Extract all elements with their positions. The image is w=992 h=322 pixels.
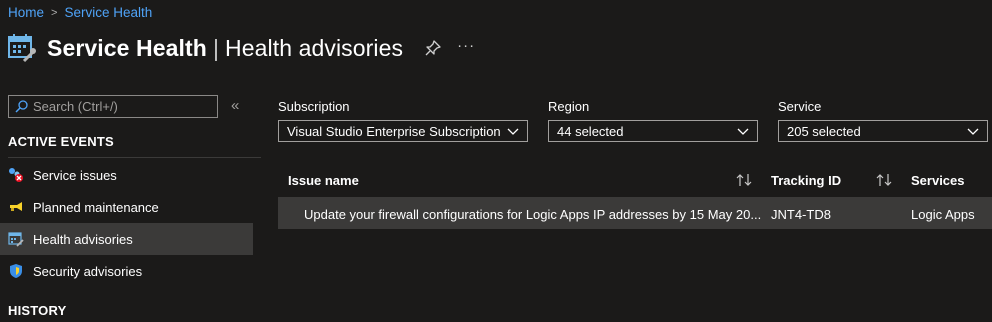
region-label: Region: [548, 99, 590, 114]
sidebar-item-service-issues[interactable]: Service issues: [0, 159, 253, 191]
section-divider: [8, 157, 261, 158]
chevron-down-icon: [967, 128, 979, 135]
service-label: Service: [778, 99, 822, 114]
megaphone-icon: [10, 202, 22, 211]
more-options-icon[interactable]: ···: [457, 38, 475, 53]
breadcrumb-home-link[interactable]: Home: [8, 5, 44, 20]
sort-icon[interactable]: [735, 172, 753, 188]
active-events-heading: ACTIVE EVENTS: [8, 134, 114, 149]
service-issues-icon: [9, 168, 23, 182]
breadcrumb-service-health-link[interactable]: Service Health: [64, 5, 152, 20]
subscription-label: Subscription: [278, 99, 350, 114]
column-header-services[interactable]: Services: [911, 173, 965, 188]
sidebar-item-health-advisories[interactable]: Health advisories: [0, 223, 253, 255]
sort-icon[interactable]: [875, 172, 893, 188]
page-header: Service Health | Health advisories ···: [8, 32, 475, 64]
calendar-tools-icon: [8, 232, 24, 247]
sidebar-item-label: Security advisories: [33, 263, 143, 279]
subscription-value: Visual Studio Enterprise Subscription: [287, 123, 501, 139]
search-icon: [15, 100, 28, 113]
tracking-id-cell: JNT4-TD8: [771, 207, 831, 222]
region-value: 44 selected: [557, 123, 624, 139]
chevron-down-icon: [507, 128, 519, 135]
sidebar-item-label: Planned maintenance: [33, 199, 159, 215]
sidebar-search[interactable]: [8, 95, 218, 118]
search-input[interactable]: [33, 99, 213, 114]
title-separator: |: [212, 34, 220, 61]
chevron-down-icon: [737, 128, 749, 135]
page-title: Service Health | Health advisories: [47, 35, 403, 62]
page-title-blade: Health advisories: [225, 34, 404, 61]
sidebar-item-label: Service issues: [33, 167, 117, 183]
column-header-issue-name[interactable]: Issue name: [288, 173, 359, 188]
service-dropdown[interactable]: 205 selected: [778, 120, 988, 142]
sidebar-item-security-advisories[interactable]: Security advisories: [0, 255, 253, 287]
chevron-right-icon: >: [51, 6, 58, 19]
shield-icon: [10, 264, 22, 278]
calendar-tools-icon: [8, 34, 36, 63]
breadcrumb: Home > Service Health: [8, 5, 152, 20]
subscription-dropdown[interactable]: Visual Studio Enterprise Subscription: [278, 120, 528, 142]
service-value: 205 selected: [787, 123, 861, 139]
collapse-sidebar-icon[interactable]: «: [231, 97, 239, 114]
services-cell: Logic Apps: [911, 207, 975, 222]
page-title-service: Service Health: [47, 34, 207, 61]
pin-icon[interactable]: [425, 40, 441, 56]
column-header-tracking-id[interactable]: Tracking ID: [771, 173, 841, 188]
region-dropdown[interactable]: 44 selected: [548, 120, 758, 142]
sidebar-item-planned-maintenance[interactable]: Planned maintenance: [0, 191, 253, 223]
history-heading: HISTORY: [8, 303, 67, 318]
issue-name-cell[interactable]: Update your firewall configurations for …: [304, 207, 761, 222]
sidebar-item-label: Health advisories: [33, 231, 133, 247]
